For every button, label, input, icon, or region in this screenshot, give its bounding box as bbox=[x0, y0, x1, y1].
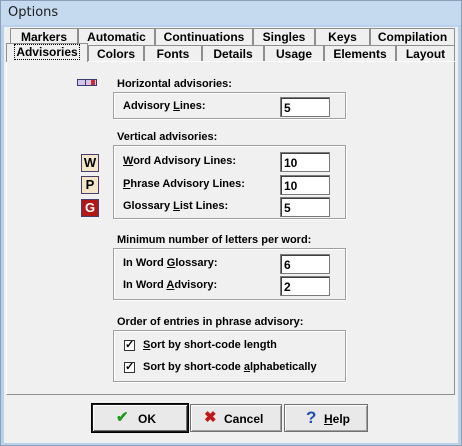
tab-label: Details bbox=[213, 47, 253, 61]
tab-singles[interactable]: Singles bbox=[253, 28, 315, 45]
glossary-list-label: Glossary List Lines: bbox=[123, 200, 229, 212]
minimum-heading: Minimum number of letters per word: bbox=[117, 234, 312, 246]
check-icon: ✔ bbox=[116, 409, 129, 426]
tab-label: Keys bbox=[328, 30, 357, 44]
tab-advisories[interactable]: Advisories bbox=[6, 43, 88, 62]
ok-button[interactable]: ✔ OK bbox=[92, 404, 188, 432]
x-icon: ✖ bbox=[204, 409, 217, 426]
tab-label: Colors bbox=[96, 47, 135, 61]
tab-fonts[interactable]: Fonts bbox=[144, 45, 202, 62]
tab-keys[interactable]: Keys bbox=[315, 28, 370, 45]
help-label: Help bbox=[324, 412, 351, 426]
question-icon: ? bbox=[306, 408, 317, 427]
in-word-glossary-label: In Word Glossary: bbox=[123, 257, 218, 269]
sort-alpha-label[interactable]: Sort by short-code alphabetically bbox=[143, 361, 317, 373]
tab-usage[interactable]: Usage bbox=[264, 45, 324, 62]
tab-details[interactable]: Details bbox=[202, 45, 264, 62]
phrase-advisory-icon: P bbox=[81, 176, 99, 194]
order-heading: Order of entries in phrase advisory: bbox=[117, 316, 304, 328]
order-group bbox=[113, 330, 346, 382]
word-advisory-label: Word Advisory Lines: bbox=[123, 155, 237, 167]
sort-alpha-checkbox[interactable]: ✓ bbox=[124, 362, 135, 373]
tab-label: Layout bbox=[405, 47, 446, 61]
tab-elements[interactable]: Elements bbox=[324, 45, 396, 62]
cancel-button[interactable]: ✖ Cancel bbox=[190, 404, 282, 432]
sort-length-checkbox[interactable]: ✓ bbox=[124, 340, 135, 351]
tab-label: Elements bbox=[333, 47, 387, 61]
cancel-label: Cancel bbox=[224, 412, 264, 426]
in-word-advisory-label: In Word Advisory: bbox=[123, 279, 218, 291]
tab-label: Usage bbox=[275, 47, 313, 61]
glossary-icon: G bbox=[81, 199, 99, 217]
options-window: Options Markers Automatic Continuations … bbox=[0, 0, 462, 446]
horizontal-lines-icon bbox=[77, 79, 97, 86]
advisory-lines-field[interactable] bbox=[280, 97, 330, 117]
phrase-advisory-lines-field[interactable] bbox=[280, 175, 330, 195]
tab-automatic[interactable]: Automatic bbox=[78, 28, 155, 45]
word-advisory-lines-field[interactable] bbox=[280, 152, 330, 172]
tab-continuations[interactable]: Continuations bbox=[155, 28, 253, 45]
vertical-heading: Vertical advisories: bbox=[117, 131, 218, 143]
tab-label: Singles bbox=[262, 30, 306, 44]
help-button[interactable]: ? Help bbox=[284, 404, 368, 432]
tab-compilation[interactable]: Compilation bbox=[370, 28, 455, 45]
dialog-client: Markers Automatic Continuations Singles … bbox=[4, 27, 458, 443]
ok-label: OK bbox=[138, 412, 156, 426]
tab-layout[interactable]: Layout bbox=[396, 45, 455, 62]
word-advisory-icon: W bbox=[81, 154, 99, 172]
phrase-advisory-label: Phrase Advisory Lines: bbox=[123, 178, 245, 190]
window-title: Options bbox=[8, 5, 59, 20]
tab-label: Advisories bbox=[14, 44, 80, 60]
advisory-lines-label: Advisory Lines: bbox=[123, 100, 206, 112]
glossary-list-lines-field[interactable] bbox=[280, 197, 330, 217]
sort-length-label[interactable]: Sort by short-code length bbox=[143, 339, 277, 351]
in-word-advisory-field[interactable] bbox=[280, 276, 330, 296]
tab-label: Compilation bbox=[377, 30, 448, 44]
title-bar[interactable]: Options bbox=[1, 1, 461, 25]
in-word-glossary-field[interactable] bbox=[280, 254, 330, 274]
tab-colors[interactable]: Colors bbox=[88, 45, 144, 62]
tab-label: Markers bbox=[20, 30, 68, 44]
tab-label: Automatic bbox=[87, 30, 146, 44]
tab-label: Fonts bbox=[156, 47, 190, 61]
tab-label: Continuations bbox=[163, 30, 245, 44]
horizontal-heading: Horizontal advisories: bbox=[117, 78, 232, 90]
